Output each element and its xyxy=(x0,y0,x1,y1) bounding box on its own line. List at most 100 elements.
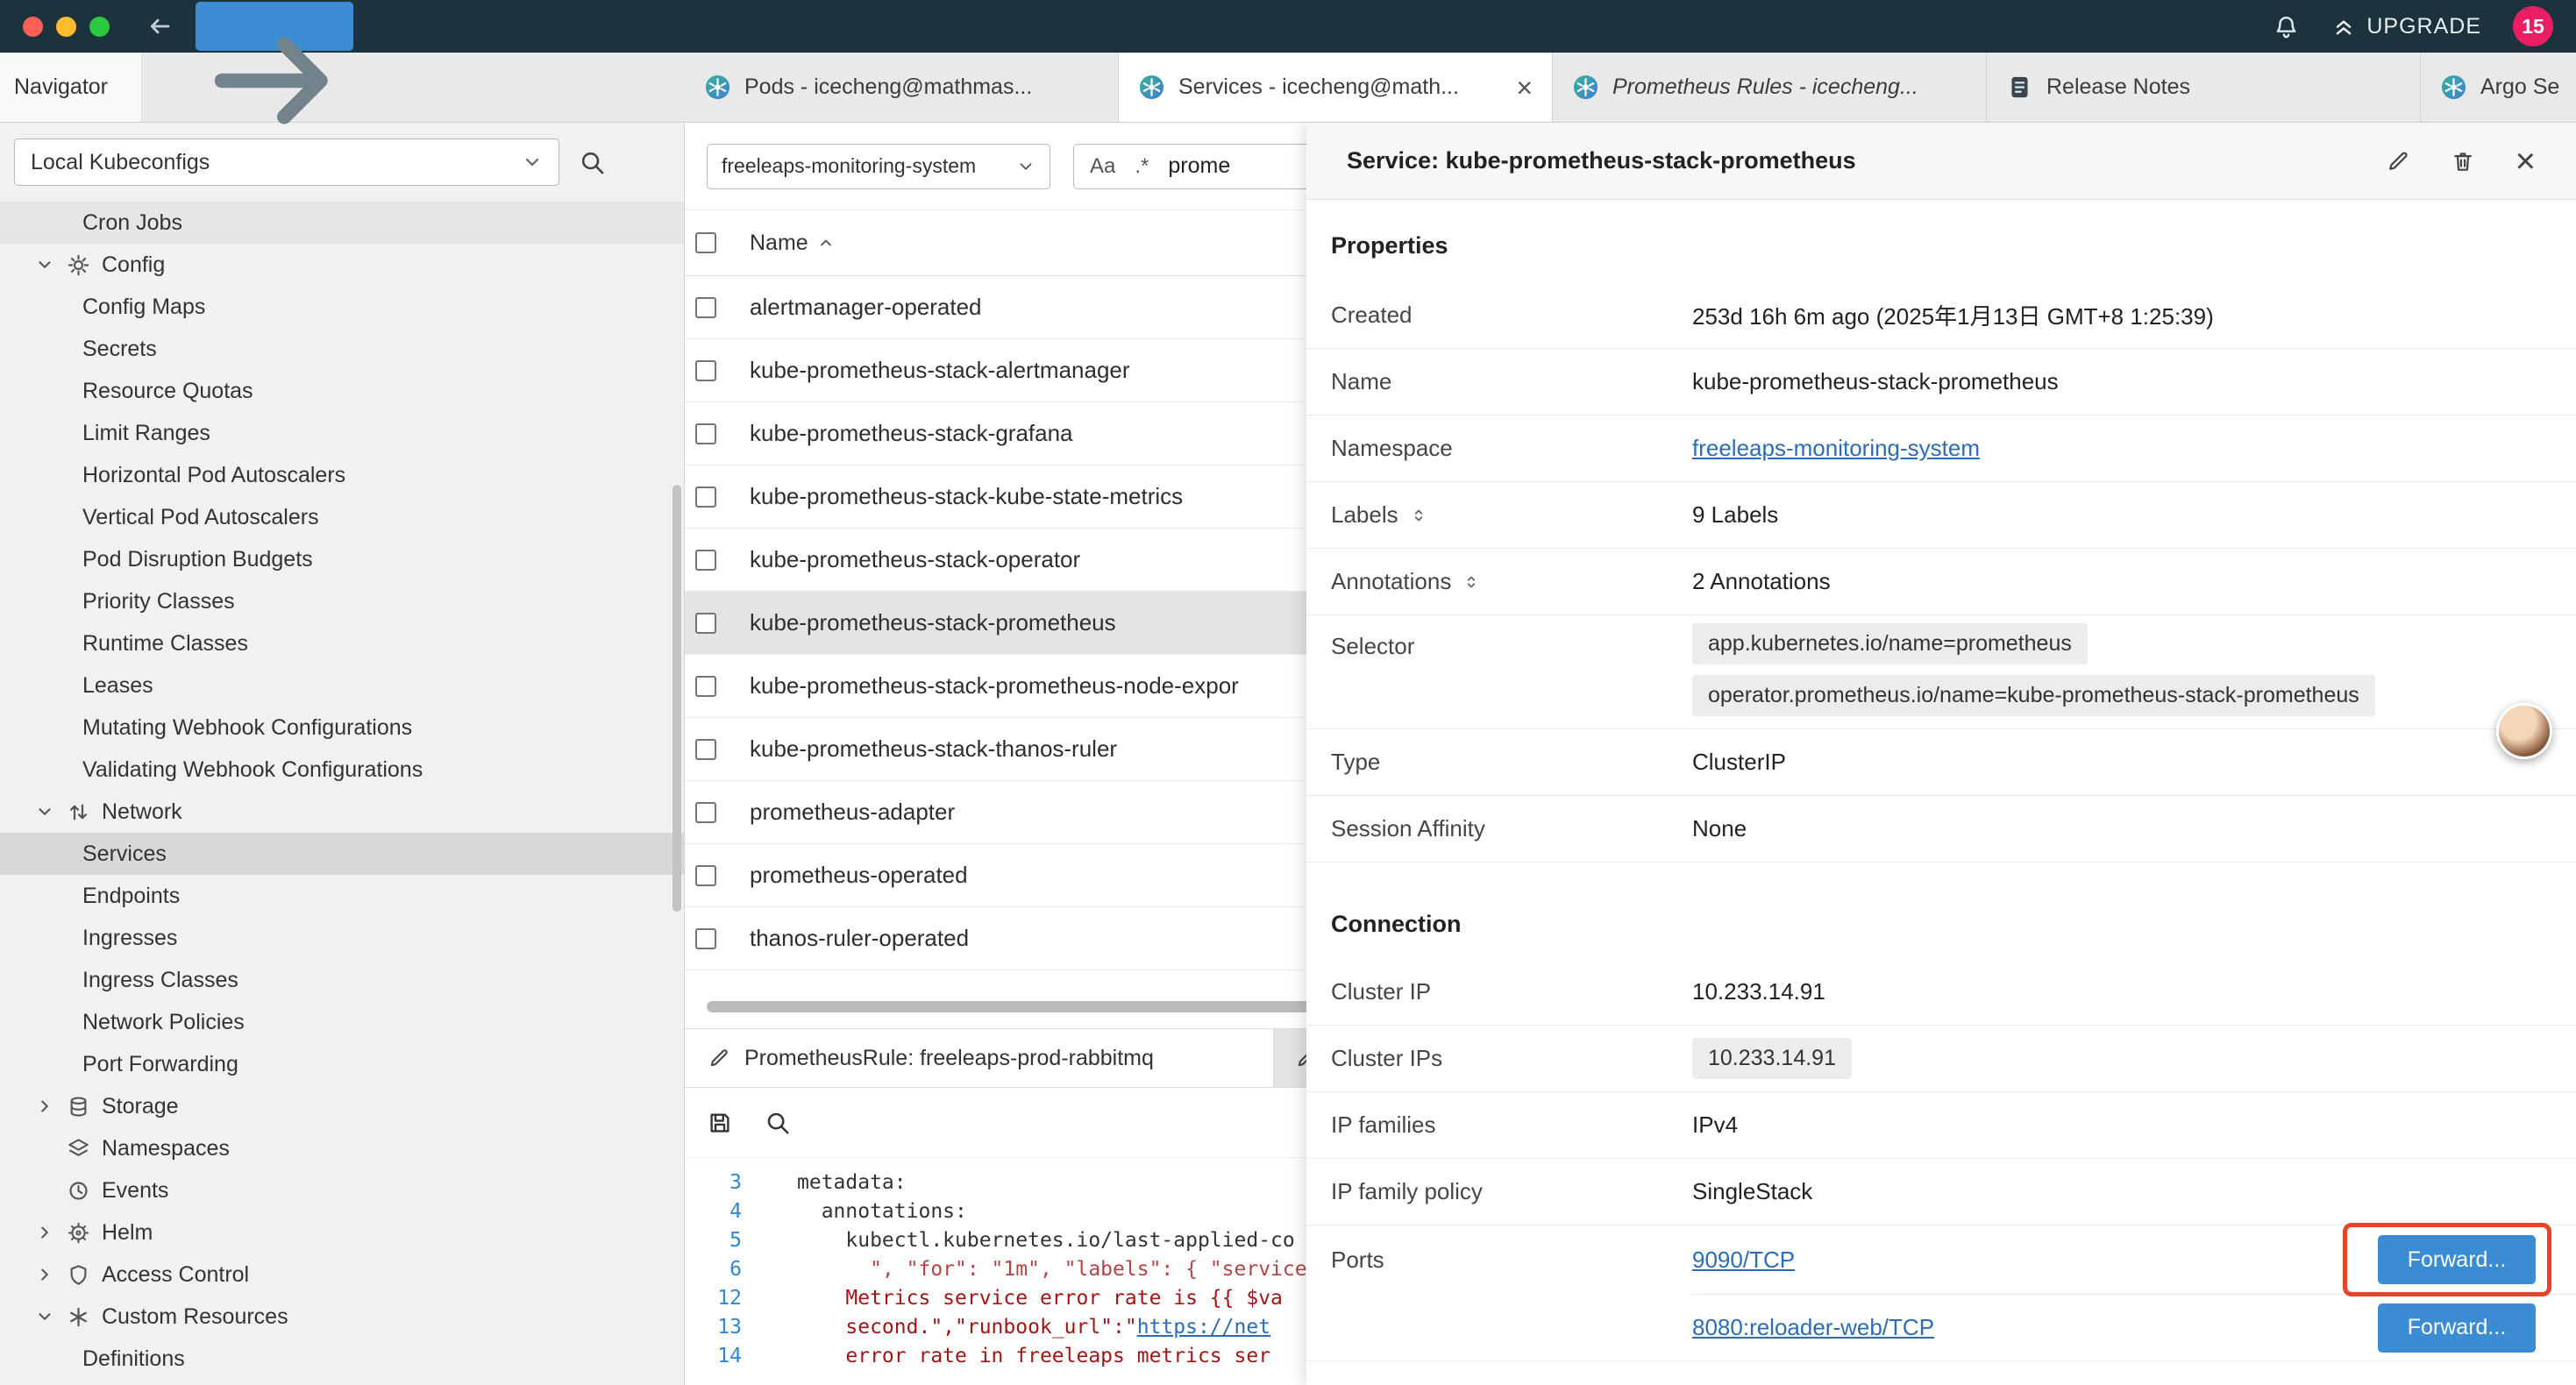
search-icon[interactable] xyxy=(765,1110,791,1136)
sidebar-item[interactable]: Resource Quotas xyxy=(0,370,684,412)
pencil-icon xyxy=(708,1047,730,1069)
row-checkbox[interactable] xyxy=(695,550,716,571)
search-icon[interactable] xyxy=(579,149,606,176)
sidebar-item[interactable]: Priority Classes xyxy=(0,580,684,622)
selector-chip: app.kubernetes.io/name=prometheus xyxy=(1692,623,2088,664)
sidebar-scrollbar[interactable] xyxy=(672,485,681,912)
drawer-body: Properties Created 253d 16h 6m ago (2025… xyxy=(1306,200,2576,1385)
forward-icon[interactable] xyxy=(196,2,353,51)
sidebar-item[interactable]: Horizontal Pod Autoscalers xyxy=(0,454,684,496)
tab[interactable]: Services - icecheng@math... × xyxy=(1119,53,1553,122)
horizontal-scrollbar[interactable] xyxy=(707,1001,1320,1012)
save-icon[interactable] xyxy=(707,1110,733,1136)
row-checkbox[interactable] xyxy=(695,865,716,886)
tab[interactable]: Prometheus Rules - icecheng... xyxy=(1553,53,1987,122)
editor-tabs: Pods - icecheng@mathmas... Services - ic… xyxy=(685,53,2576,122)
regex-toggle[interactable]: .* xyxy=(1135,154,1149,179)
close-tab-icon[interactable]: × xyxy=(1516,74,1533,102)
sidebar-item[interactable]: Access Control xyxy=(0,1254,684,1296)
sidebar-item[interactable]: Pod Disruption Budgets xyxy=(0,538,684,580)
k8s-icon xyxy=(1572,74,1599,101)
sidebar-item[interactable]: Cron Jobs xyxy=(0,202,684,244)
port-link[interactable]: 9090/TCP xyxy=(1692,1246,1795,1274)
sidebar-item[interactable]: Events xyxy=(0,1169,684,1211)
sidebar-item[interactable]: Vertical Pod Autoscalers xyxy=(0,496,684,538)
navigator-label: Navigator xyxy=(14,75,108,100)
row-checkbox[interactable] xyxy=(695,928,716,949)
selector-chip: operator.prometheus.io/name=kube-prometh… xyxy=(1692,675,2375,716)
sidebar-item[interactable]: Endpoints xyxy=(0,875,684,917)
chevron-down-icon xyxy=(35,255,54,274)
sidebar-item[interactable]: Ingress Classes xyxy=(0,959,684,1001)
line-number: 5 xyxy=(685,1226,742,1255)
sidebar-item[interactable]: Runtime Classes xyxy=(0,622,684,664)
row-checkbox[interactable] xyxy=(695,739,716,760)
port-row: 8080:reloader-web/TCP Forward... xyxy=(1692,1294,2576,1360)
sidebar-item[interactable]: Storage xyxy=(0,1085,684,1127)
tab[interactable]: Release Notes xyxy=(1987,53,2421,122)
sidebar-item[interactable]: Definitions xyxy=(0,1338,684,1380)
dock-tab-prometheusrule[interactable]: PrometheusRule: freeleaps-prod-rabbitmq xyxy=(685,1029,1274,1087)
upgrade-button[interactable]: UPGRADE xyxy=(2331,14,2481,39)
sidebar-item[interactable]: Network Policies xyxy=(0,1001,684,1043)
forward-button[interactable]: Forward... xyxy=(2378,1303,2536,1353)
row-checkbox[interactable] xyxy=(695,423,716,444)
session-affinity-value: None xyxy=(1692,815,1747,842)
cluster-ips-row: Cluster IPs 10.233.14.91 xyxy=(1306,1026,2576,1092)
row-checkbox[interactable] xyxy=(695,297,716,318)
sidebar-item[interactable]: Validating Webhook Configurations xyxy=(0,749,684,791)
row-checkbox[interactable] xyxy=(695,802,716,823)
select-all-checkbox[interactable] xyxy=(695,232,716,253)
avatar[interactable] xyxy=(2496,703,2552,759)
expand-collapse-icon[interactable] xyxy=(1409,506,1428,525)
sort-ascending-icon[interactable] xyxy=(817,234,835,252)
name-row: Name kube-prometheus-stack-prometheus xyxy=(1306,349,2576,416)
sidebar-item[interactable]: Helm xyxy=(0,1211,684,1254)
edit-icon[interactable] xyxy=(2386,149,2410,174)
minimize-window-button[interactable] xyxy=(56,17,76,37)
annotations-row: Annotations 2 Annotations xyxy=(1306,549,2576,615)
cluster-ip-value: 10.233.14.91 xyxy=(1692,978,1825,1005)
row-checkbox[interactable] xyxy=(695,360,716,381)
namespace-row: Namespace freeleaps-monitoring-system xyxy=(1306,416,2576,482)
sidebar-item[interactable]: Namespaces xyxy=(0,1127,684,1169)
annotation-highlight: Forward... xyxy=(2378,1235,2536,1284)
sidebar-item[interactable]: Mutating Webhook Configurations xyxy=(0,707,684,749)
sidebar-item[interactable]: Ingresses xyxy=(0,917,684,959)
forward-button[interactable]: Forward... xyxy=(2378,1235,2536,1284)
sidebar-item[interactable]: Network xyxy=(0,791,684,833)
notification-count-badge[interactable]: 15 xyxy=(2513,6,2553,46)
sidebar-item[interactable]: Leases xyxy=(0,664,684,707)
row-checkbox[interactable] xyxy=(695,613,716,634)
sidebar-item[interactable]: Port Forwarding xyxy=(0,1043,684,1085)
back-icon[interactable] xyxy=(146,13,173,39)
sidebar-item[interactable]: Limit Ranges xyxy=(0,412,684,454)
navigator-panel-tab[interactable]: Navigator xyxy=(0,53,142,122)
notifications-bell-icon[interactable] xyxy=(2273,13,2300,40)
name-column-header[interactable]: Name xyxy=(750,231,808,256)
delete-icon[interactable] xyxy=(2451,149,2475,174)
close-window-button[interactable] xyxy=(23,17,43,37)
sidebar-item[interactable]: Secrets xyxy=(0,328,684,370)
chevron-right-icon xyxy=(35,1097,54,1116)
row-checkbox[interactable] xyxy=(695,487,716,508)
row-checkbox[interactable] xyxy=(695,676,716,697)
port-link[interactable]: 8080:reloader-web/TCP xyxy=(1692,1314,1934,1341)
namespace-filter-dropdown[interactable]: freeleaps-monitoring-system xyxy=(707,144,1050,189)
chevron-down-icon xyxy=(522,152,543,173)
maximize-window-button[interactable] xyxy=(89,17,110,37)
namespace-link[interactable]: freeleaps-monitoring-system xyxy=(1692,435,1980,462)
sidebar-item[interactable]: Services xyxy=(0,833,684,875)
sidebar-item[interactable]: Config Maps xyxy=(0,286,684,328)
tab[interactable]: Argo Se xyxy=(2421,53,2576,122)
match-case-toggle[interactable]: Aa xyxy=(1090,154,1115,179)
chevron-right-icon xyxy=(35,1265,54,1284)
tab[interactable]: Pods - icecheng@mathmas... xyxy=(685,53,1119,122)
close-icon[interactable]: × xyxy=(2516,144,2536,179)
upgrade-label: UPGRADE xyxy=(2366,14,2481,39)
namespaces-icon xyxy=(67,1137,102,1161)
sidebar-item[interactable]: Config xyxy=(0,244,684,286)
labels-row: Labels 9 Labels xyxy=(1306,482,2576,549)
sidebar-item[interactable]: Custom Resources xyxy=(0,1296,684,1338)
expand-collapse-icon[interactable] xyxy=(1462,572,1481,592)
